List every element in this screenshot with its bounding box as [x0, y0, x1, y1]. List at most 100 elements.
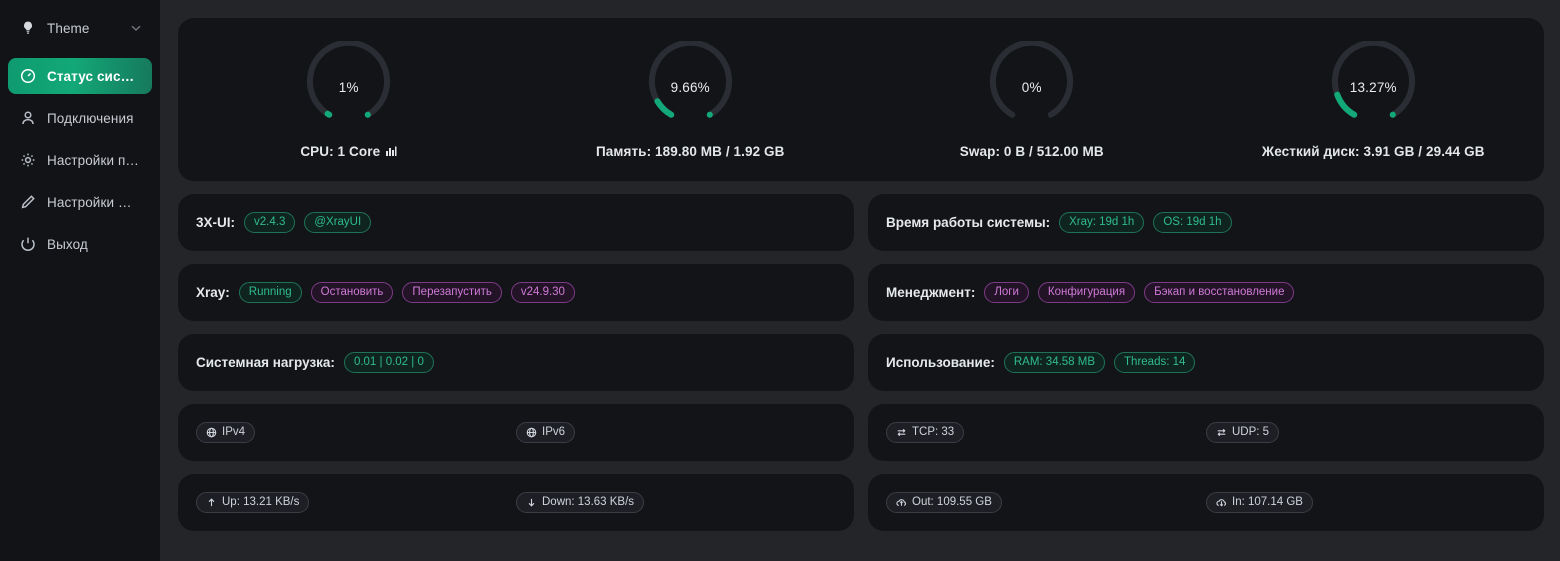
gauge-ring: 0% [985, 40, 1078, 134]
chip-label: IPv4 [222, 425, 246, 438]
uptime-chips: Xray: 19d 1h OS: 19d 1h [1059, 212, 1232, 233]
gauge-memory: 9.66% Память: 189.80 MB / 1.92 GB [520, 40, 862, 159]
xray-chips: Running Остановить Перезапустить v24.9.3… [238, 282, 575, 303]
ipv6-half: IPv6 [516, 422, 836, 443]
gauge-disk: 13.27% Жесткий диск: 3.91 GB / 29.44 GB [1203, 40, 1545, 159]
sidebar-item-panel-settings[interactable]: Настройки па... [8, 142, 152, 178]
management-chips: Логи Конфигурация Бэкап и восстановление [984, 282, 1295, 303]
usage-panel: Использование: RAM: 34.58 MB Threads: 14 [868, 334, 1544, 391]
speed-panel: Up: 13.21 KB/s Down: 13.63 KB/s [178, 474, 854, 531]
ip-panel: IPv4 IPv6 [178, 404, 854, 461]
chip-label: Out: 109.55 GB [912, 495, 992, 508]
info-row-network: IPv4 IPv6 TCP: 33 UDP: 5 [178, 404, 1544, 461]
chip-traffic-in[interactable]: In: 107.14 GB [1206, 492, 1313, 513]
tcp-half: TCP: 33 [886, 422, 1206, 443]
udp-half: UDP: 5 [1206, 422, 1526, 443]
gauge-swap: 0% Swap: 0 B / 512.00 MB [861, 40, 1203, 159]
download-speed-half: Down: 13.63 KB/s [516, 492, 836, 513]
chip-logs[interactable]: Логи [984, 282, 1029, 303]
chip-config[interactable]: Конфигурация [1037, 282, 1136, 303]
chip-xray-uptime[interactable]: Xray: 19d 1h [1059, 212, 1145, 233]
chip-download-speed[interactable]: Down: 13.63 KB/s [516, 492, 645, 513]
chip-label: IPv6 [542, 425, 566, 438]
sidebar-item-label: Подключения [47, 110, 134, 126]
sidebar-item-label: Настройки Xray [47, 194, 140, 210]
sidebar-item-label: Выход [47, 236, 88, 252]
info-row-load: Системная нагрузка: 0.01 | 0.02 | 0 Испо… [178, 334, 1544, 391]
chip-traffic-out[interactable]: Out: 109.55 GB [886, 492, 1002, 513]
chevron-down-icon[interactable] [128, 20, 144, 36]
system-load-label: Системная нагрузка: [196, 355, 335, 370]
traffic-panel: Out: 109.55 GB In: 107.14 GB [868, 474, 1544, 531]
gauge-caption-text: Память: 189.80 MB / 1.92 GB [596, 143, 785, 159]
chip-xui-telegram[interactable]: @XrayUI [304, 212, 372, 233]
chip-xray-restart[interactable]: Перезапустить [402, 282, 502, 303]
chip-upload-speed[interactable]: Up: 13.21 KB/s [196, 492, 310, 513]
gauge-ring: 9.66% [644, 40, 737, 134]
chip-tcp[interactable]: TCP: 33 [886, 422, 965, 443]
sidebar-item-logout[interactable]: Выход [8, 226, 152, 262]
chip-label: Up: 13.21 KB/s [222, 495, 300, 508]
chip-load-average[interactable]: 0.01 | 0.02 | 0 [343, 352, 434, 373]
sidebar: Theme Статус системы Подключения Настрой… [0, 0, 160, 561]
chip-label: TCP: 33 [912, 425, 955, 438]
chip-xui-version[interactable]: v2.4.3 [244, 212, 296, 233]
chip-threads[interactable]: Threads: 14 [1114, 352, 1196, 373]
gauge-caption: CPU: 1 Core [300, 144, 397, 159]
bulb-icon [20, 20, 36, 36]
gauge-caption-text: Жесткий диск: 3.91 GB / 29.44 GB [1261, 143, 1485, 159]
sidebar-item-label: Статус системы [47, 68, 140, 84]
chip-os-uptime[interactable]: OS: 19d 1h [1153, 212, 1232, 233]
theme-switcher[interactable]: Theme [8, 10, 152, 46]
sidebar-item-label: Настройки па... [47, 152, 140, 168]
sidebar-item-system-status[interactable]: Статус системы [8, 58, 152, 94]
exchange-icon [1216, 427, 1227, 438]
pen-icon [20, 194, 36, 210]
management-panel: Менеджмент: Логи Конфигурация Бэкап и во… [868, 264, 1544, 321]
usage-label: Использование: [886, 355, 995, 370]
main-content: 1% CPU: 1 Core 9.66% Память: 189.80 MB /… [160, 0, 1560, 561]
system-load-panel: Системная нагрузка: 0.01 | 0.02 | 0 [178, 334, 854, 391]
chip-udp[interactable]: UDP: 5 [1206, 422, 1280, 443]
info-row-version: 3X-UI: v2.4.3 @XrayUI Время работы систе… [178, 194, 1544, 251]
gauge-caption: Жесткий диск: 3.91 GB / 29.44 GB [1262, 144, 1485, 159]
gear-icon [20, 152, 36, 168]
sidebar-item-connections[interactable]: Подключения [8, 100, 152, 136]
exchange-icon [896, 427, 907, 438]
chip-xray-stop[interactable]: Остановить [310, 282, 394, 303]
bar-chart-icon[interactable] [385, 145, 397, 157]
traffic-in-half: In: 107.14 GB [1206, 492, 1526, 513]
gauge-ring: 13.27% [1327, 40, 1420, 134]
user-icon [20, 110, 36, 126]
arrow-down-icon [526, 497, 537, 508]
info-row-traffic: Up: 13.21 KB/s Down: 13.63 KB/s Out: 109… [178, 474, 1544, 531]
chip-ipv4[interactable]: IPv4 [196, 422, 256, 443]
gauge-value: 1% [338, 79, 359, 95]
gauge-caption-text: Swap: 0 B / 512.00 MB [959, 143, 1104, 159]
gauge-value: 9.66% [670, 79, 710, 95]
usage-chips: RAM: 34.58 MB Threads: 14 [1003, 352, 1196, 373]
chip-xray-status[interactable]: Running [238, 282, 302, 303]
xray-panel: Xray: Running Остановить Перезапустить v… [178, 264, 854, 321]
gauge-caption-text: CPU: 1 Core [300, 143, 381, 159]
chip-ram[interactable]: RAM: 34.58 MB [1003, 352, 1106, 373]
chip-backup[interactable]: Бэкап и восстановление [1144, 282, 1295, 303]
chip-label: Down: 13.63 KB/s [542, 495, 635, 508]
system-load-chips: 0.01 | 0.02 | 0 [343, 352, 434, 373]
chip-label: UDP: 5 [1232, 425, 1270, 438]
uptime-label: Время работы системы: [886, 215, 1051, 230]
cloud-upload-icon [896, 497, 907, 508]
management-label: Менеджмент: [886, 285, 976, 300]
sidebar-item-xray-settings[interactable]: Настройки Xray [8, 184, 152, 220]
upload-speed-half: Up: 13.21 KB/s [196, 492, 516, 513]
traffic-out-half: Out: 109.55 GB [886, 492, 1206, 513]
system-gauges-panel: 1% CPU: 1 Core 9.66% Память: 189.80 MB /… [178, 18, 1544, 181]
app-root: Theme Статус системы Подключения Настрой… [0, 0, 1560, 561]
globe-icon [206, 427, 217, 438]
cloud-download-icon [1216, 497, 1227, 508]
globe-icon [526, 427, 537, 438]
ipv4-half: IPv4 [196, 422, 516, 443]
chip-ipv6[interactable]: IPv6 [516, 422, 576, 443]
chip-xray-version[interactable]: v24.9.30 [510, 282, 575, 303]
xui-chips: v2.4.3 @XrayUI [244, 212, 372, 233]
